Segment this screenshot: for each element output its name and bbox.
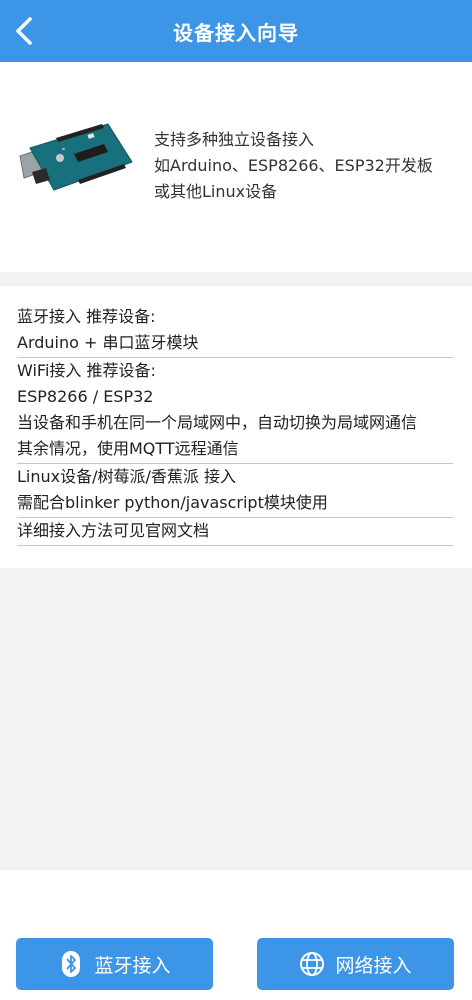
footer-actions: 蓝牙接入 网络接入 [0, 870, 472, 1000]
globe-icon [299, 951, 325, 977]
network-connect-label: 网络接入 [335, 954, 412, 977]
info-section: 蓝牙接入 推荐设备: Arduino + 串口蓝牙模块 WiFi接入 推荐设备:… [0, 286, 472, 568]
info-row: Linux设备/树莓派/香蕉派 接入 [17, 467, 236, 486]
info-row: Arduino + 串口蓝牙模块 [17, 330, 453, 358]
info-row: 其余情况，使用MQTT远程通信 [17, 436, 453, 464]
info-row: 详细接入方法可见官网文档 [17, 518, 453, 546]
intro-line: 支持多种独立设备接入 [154, 130, 315, 149]
network-connect-button[interactable]: 网络接入 [257, 938, 454, 990]
page-title: 设备接入向导 [173, 20, 299, 45]
arduino-board-image: ∞ [19, 123, 133, 191]
bluetooth-icon [58, 951, 84, 977]
info-row: ESP8266 / ESP32 [17, 387, 154, 406]
intro-line: 或其他Linux设备 [154, 182, 278, 201]
info-row: 当设备和手机在同一个局域网中，自动切换为局域网通信 [17, 413, 418, 432]
info-row: 蓝牙接入 推荐设备: [17, 307, 156, 326]
bluetooth-connect-button[interactable]: 蓝牙接入 [16, 938, 213, 990]
info-list: 蓝牙接入 推荐设备: Arduino + 串口蓝牙模块 WiFi接入 推荐设备:… [17, 304, 453, 546]
intro-line: 如Arduino、ESP8266、ESP32开发板 [154, 156, 433, 175]
intro-description: 支持多种独立设备接入 如Arduino、ESP8266、ESP32开发板 或其他… [154, 127, 464, 205]
bluetooth-connect-label: 蓝牙接入 [94, 954, 171, 977]
info-row: 需配合blinker python/javascript模块使用 [17, 490, 453, 518]
info-row: WiFi接入 推荐设备: [17, 361, 156, 380]
header-bar: 设备接入向导 [0, 0, 472, 62]
intro-section: ∞ 支持多种独立设备接入 如Arduino、ESP8266、ESP32开发板 或… [0, 62, 472, 272]
